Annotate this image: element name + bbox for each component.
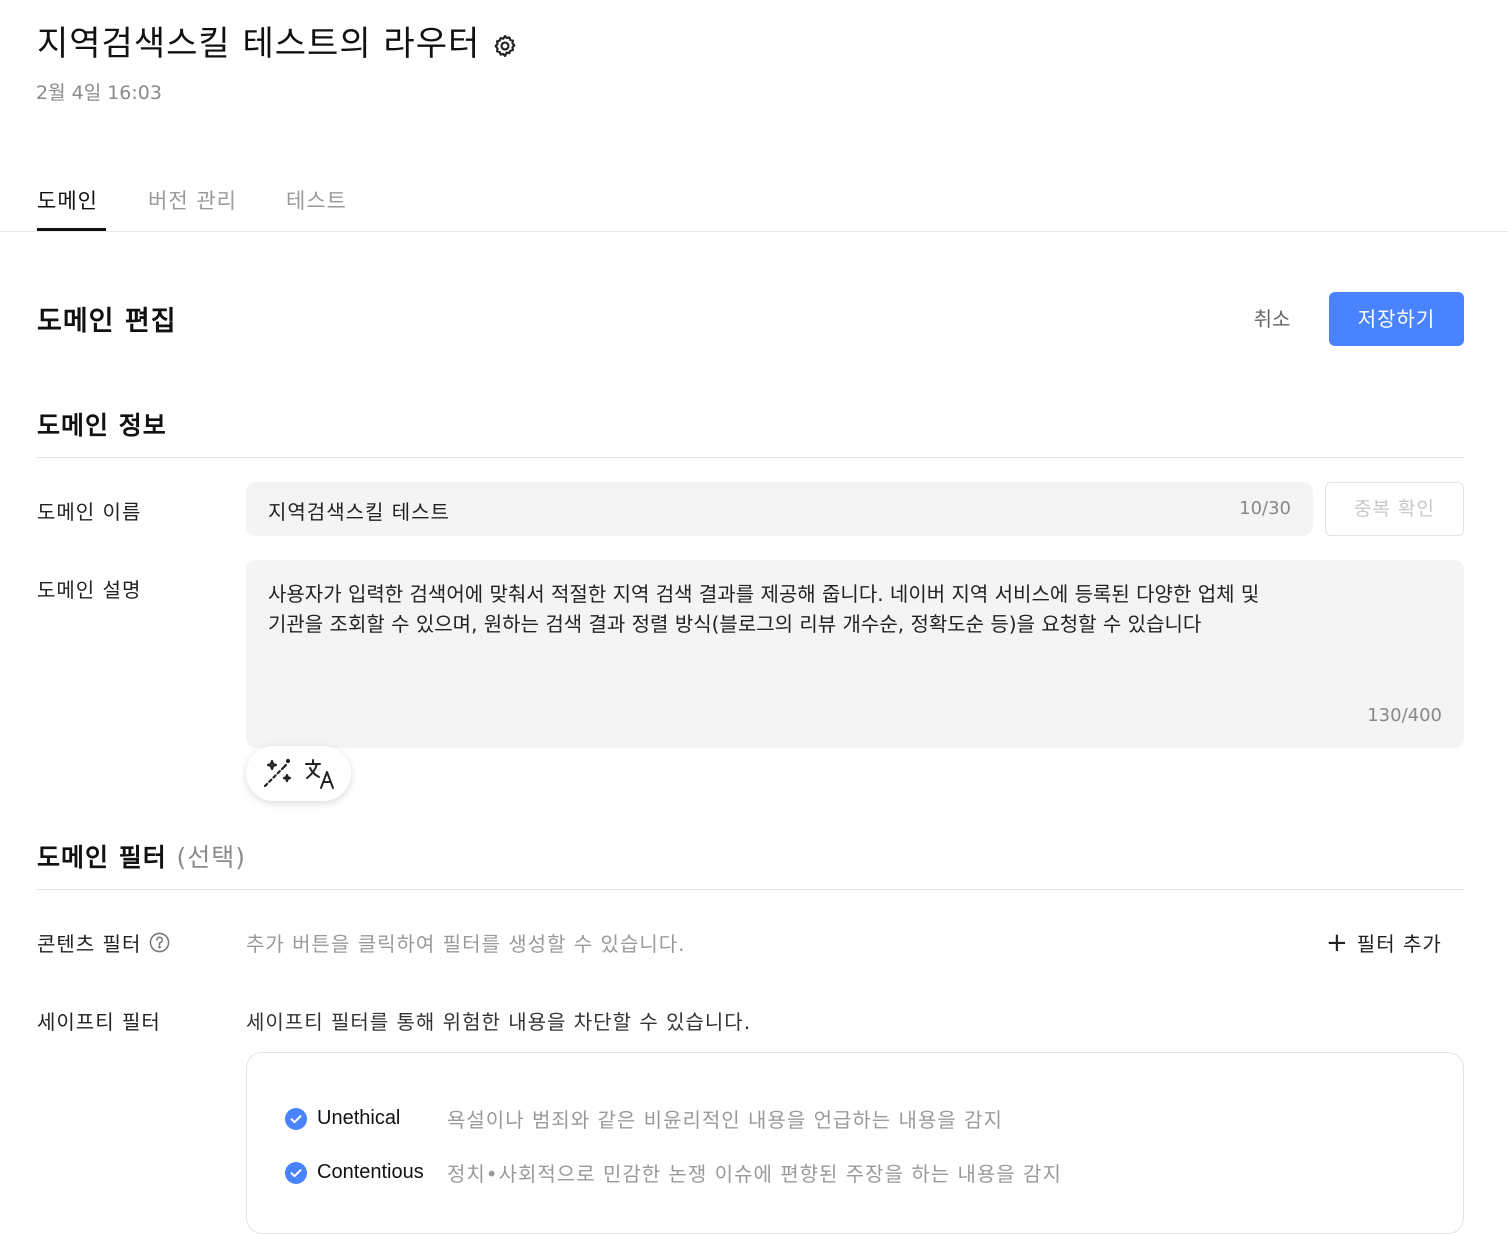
safety-filter-label: 세이프티 필터 — [37, 1010, 161, 1034]
tab-bar: 도메인 버전 관리 테스트 — [0, 180, 1508, 232]
domain-name-value[interactable]: 지역검색스킬 테스트 — [268, 496, 450, 525]
safety-item-contentious[interactable]: Contentious 정치•사회적으로 민감한 논쟁 이슈에 편향된 주장을 … — [285, 1158, 1062, 1187]
plus-icon: + — [1326, 927, 1349, 958]
active-tab-indicator — [37, 228, 106, 231]
domain-name-input[interactable]: 지역검색스킬 테스트 10/30 — [246, 482, 1313, 536]
checkbox-checked-icon[interactable] — [285, 1107, 307, 1130]
duplicate-check-button[interactable]: 중복 확인 — [1325, 482, 1464, 536]
help-icon[interactable] — [149, 932, 170, 953]
safety-item-unethical[interactable]: Unethical 욕설이나 범죄와 같은 비윤리적인 내용을 언급하는 내용을… — [285, 1104, 1003, 1133]
add-filter-label: 필터 추가 — [1356, 932, 1442, 956]
gear-icon[interactable] — [492, 28, 518, 57]
domain-description-label: 도메인 설명 — [37, 578, 142, 602]
tab-domain[interactable]: 도메인 — [37, 185, 98, 215]
content-filter-hint: 추가 버튼을 클릭하여 필터를 생성할 수 있습니다. — [246, 932, 686, 956]
timestamp: 2월 4일 16:03 — [36, 82, 162, 104]
add-filter-button[interactable]: + 필터 추가 — [1326, 928, 1442, 957]
cancel-button[interactable]: 취소 — [1232, 293, 1312, 345]
page-title: 지역검색스킬 테스트의 라우터 — [37, 16, 518, 65]
translate-icon[interactable] — [303, 757, 337, 791]
content-filter-label: 콘텐츠 필터 — [37, 928, 170, 957]
description-tools — [246, 746, 351, 801]
safety-item-desc: 정치•사회적으로 민감한 논쟁 이슈에 편향된 주장을 하는 내용을 감지 — [447, 1162, 1062, 1186]
tab-test[interactable]: 테스트 — [286, 185, 347, 215]
save-button[interactable]: 저장하기 — [1329, 292, 1464, 346]
safety-filter-description: 세이프티 필터를 통해 위험한 내용을 차단할 수 있습니다. — [246, 1010, 752, 1034]
domain-name-counter: 10/30 — [1239, 498, 1291, 519]
page-title-text: 지역검색스킬 테스트의 라우터 — [37, 24, 481, 64]
domain-name-label: 도메인 이름 — [37, 500, 142, 524]
divider — [36, 889, 1464, 890]
edit-section-title: 도메인 편집 — [37, 306, 177, 337]
safety-filter-box: Unethical 욕설이나 범죄와 같은 비윤리적인 내용을 언급하는 내용을… — [246, 1052, 1464, 1234]
tab-version-management[interactable]: 버전 관리 — [148, 185, 237, 215]
divider — [36, 457, 1464, 458]
domain-filter-title: 도메인 필터 (선택) — [37, 838, 246, 874]
domain-description-counter: 130/400 — [1367, 705, 1442, 726]
magic-wand-icon[interactable] — [260, 757, 294, 791]
domain-info-title: 도메인 정보 — [37, 411, 167, 440]
domain-filter-title-text: 도메인 필터 — [37, 843, 167, 872]
checkbox-checked-icon[interactable] — [285, 1161, 307, 1184]
optional-label: (선택) — [176, 843, 246, 872]
domain-description-textarea[interactable]: 사용자가 입력한 검색어에 맞춰서 적절한 지역 검색 결과를 제공해 줍니다.… — [246, 560, 1464, 748]
safety-item-desc: 욕설이나 범죄와 같은 비윤리적인 내용을 언급하는 내용을 감지 — [447, 1108, 1003, 1132]
safety-item-name: Contentious — [317, 1161, 424, 1183]
content-filter-label-text: 콘텐츠 필터 — [37, 932, 142, 956]
safety-item-name: Unethical — [317, 1107, 401, 1129]
domain-description-value[interactable]: 사용자가 입력한 검색어에 맞춰서 적절한 지역 검색 결과를 제공해 줍니다.… — [268, 579, 1268, 639]
